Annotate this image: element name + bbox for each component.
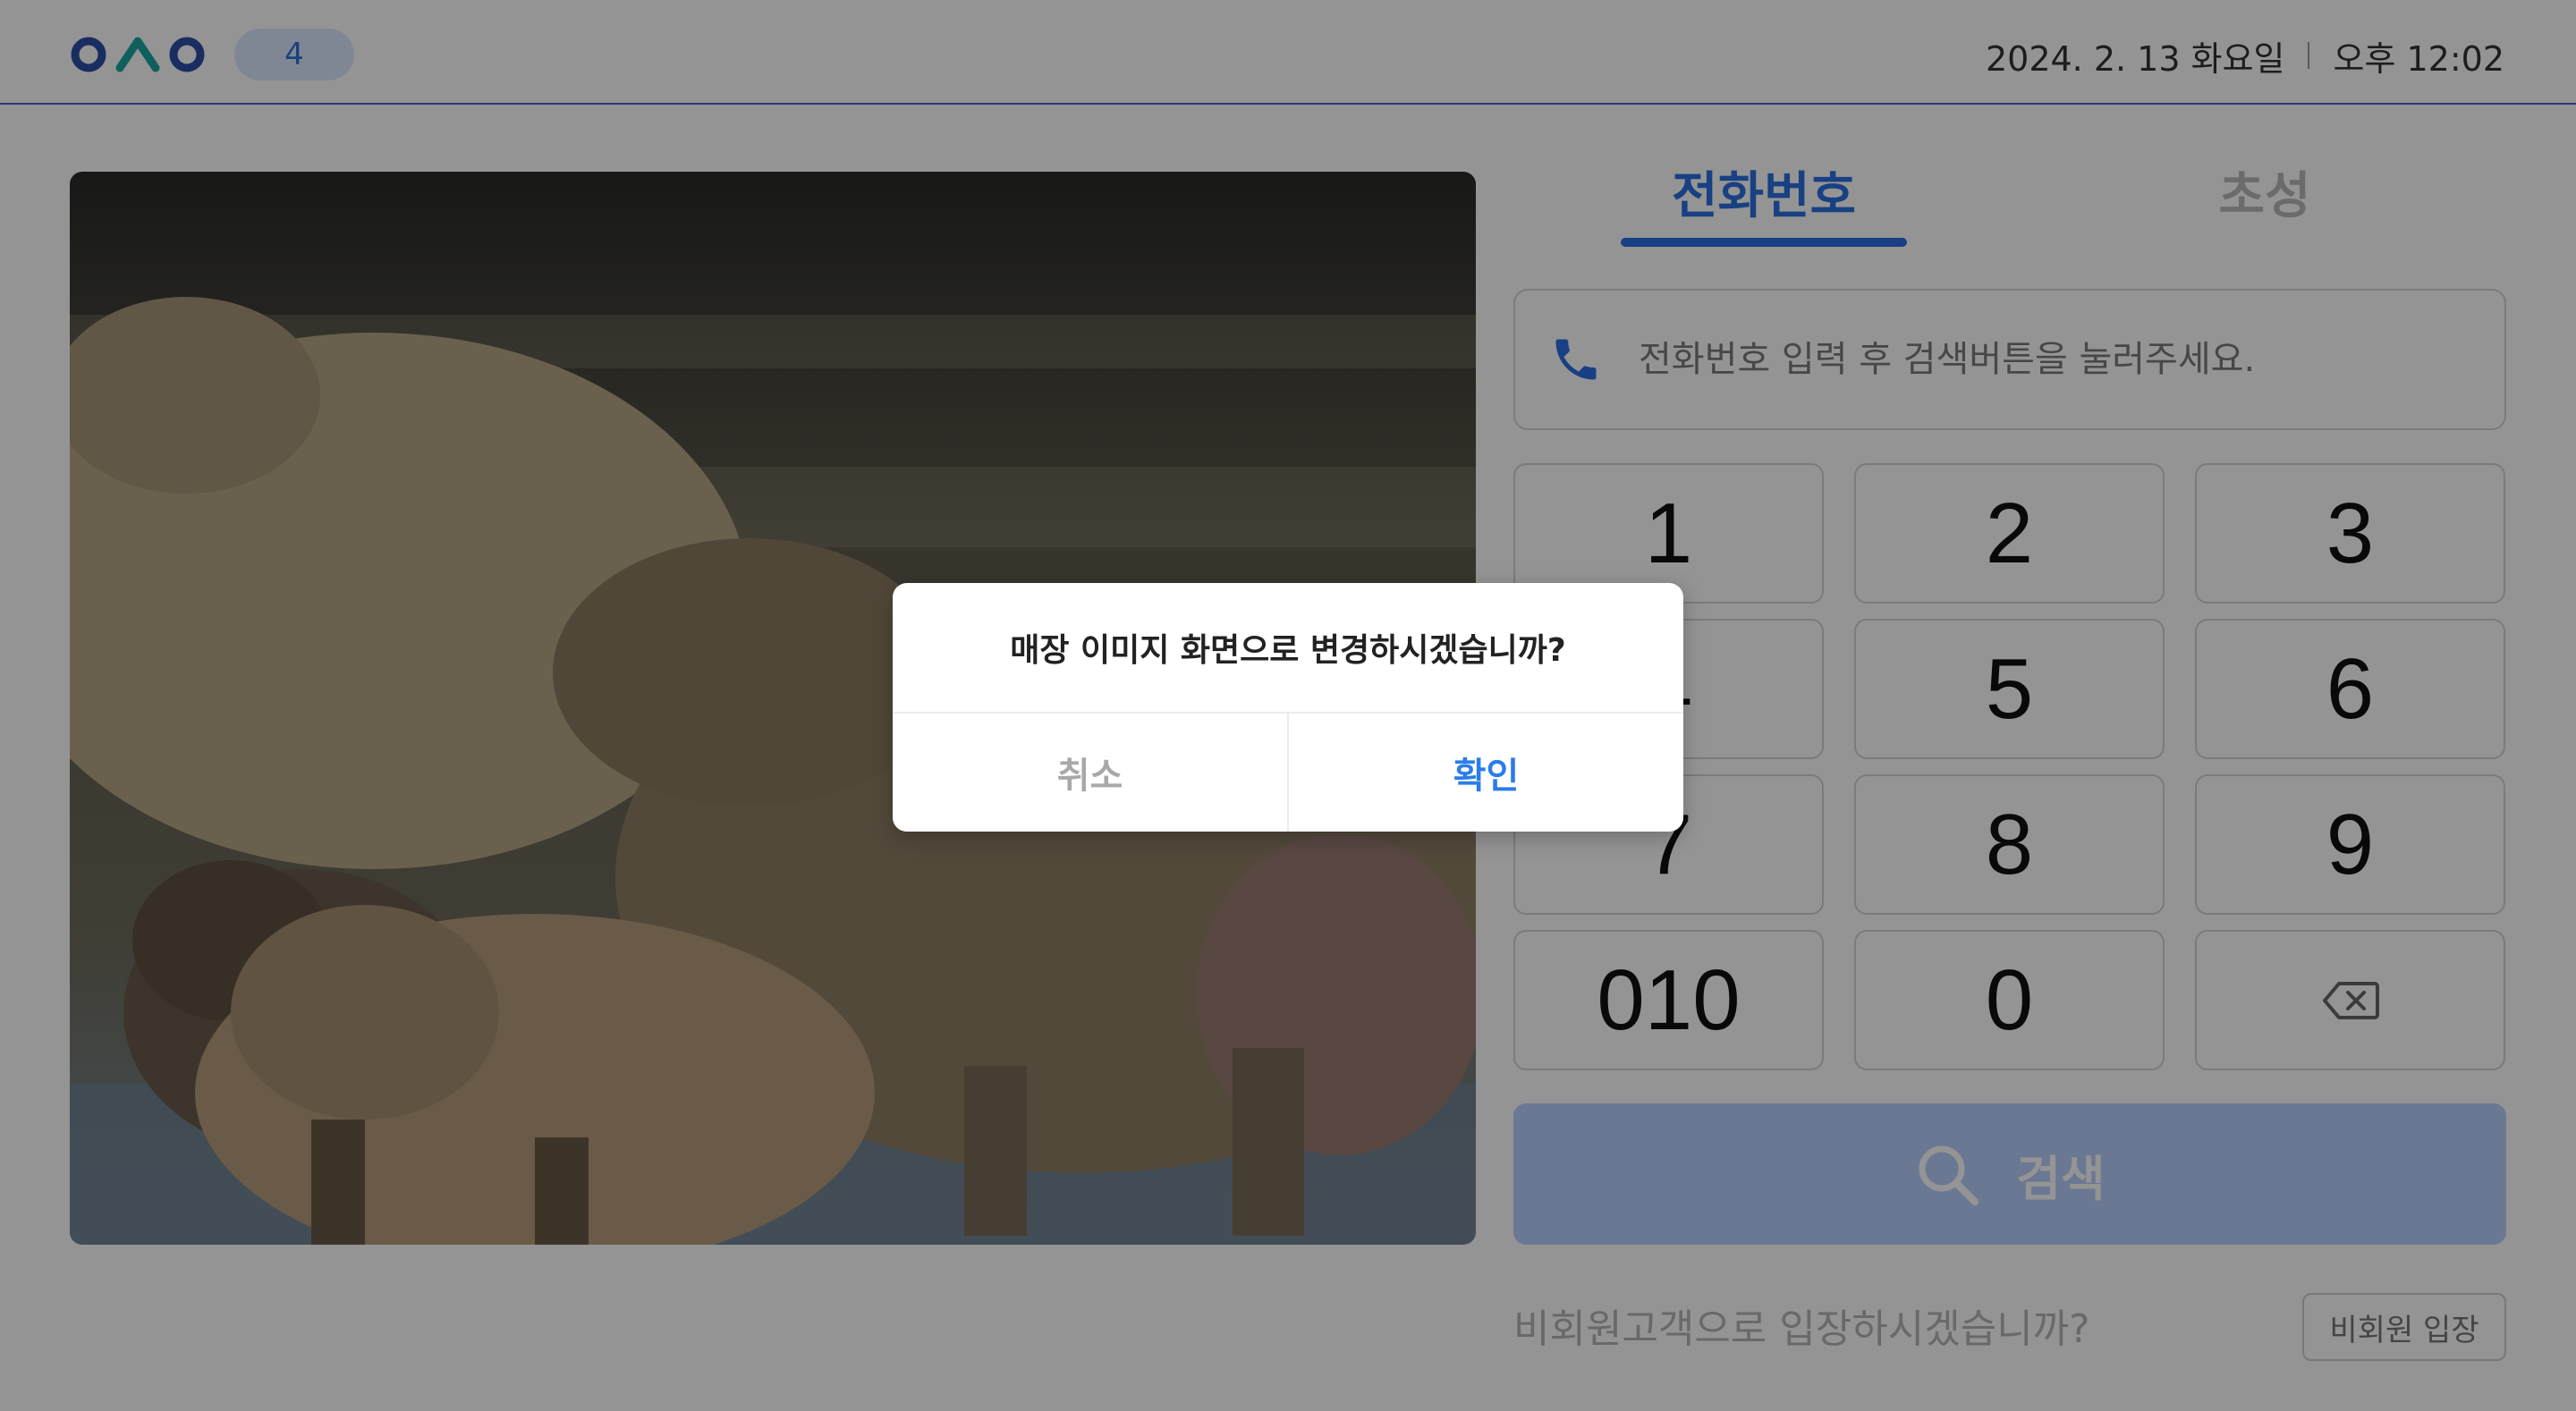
dialog-message: 매장 이미지 화면으로 변경하시겠습니까? <box>893 583 1683 714</box>
confirm-button[interactable]: 확인 <box>1289 714 1683 832</box>
confirm-dialog: 매장 이미지 화면으로 변경하시겠습니까? 취소 확인 <box>893 583 1683 832</box>
cancel-button[interactable]: 취소 <box>893 714 1289 832</box>
dialog-actions: 취소 확인 <box>893 714 1683 832</box>
